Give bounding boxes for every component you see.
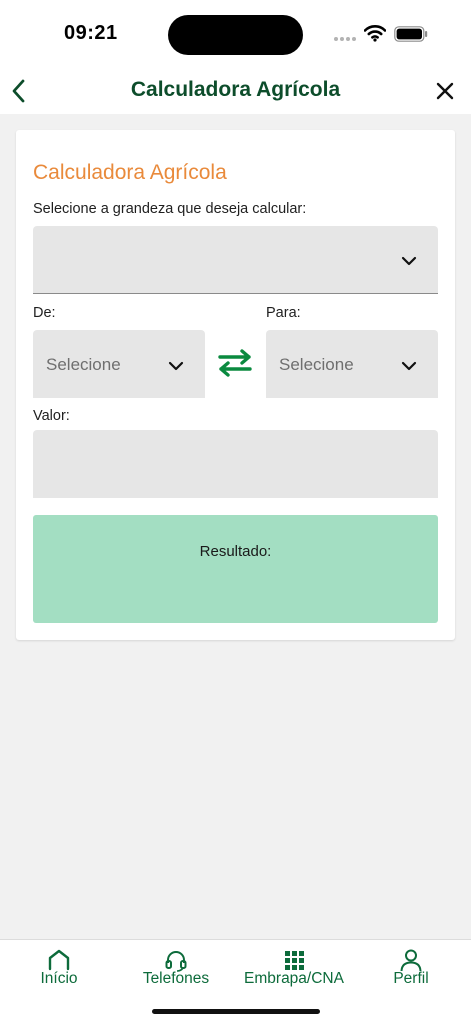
quantity-select[interactable] — [33, 226, 438, 294]
status-time: 09:21 — [64, 22, 118, 44]
from-unit-select[interactable]: Selecione — [33, 330, 205, 398]
value-input[interactable] — [33, 430, 438, 498]
person-icon — [400, 949, 422, 972]
page-title: Calculadora Agrícola — [130, 78, 341, 101]
swap-units-button[interactable] — [216, 348, 254, 378]
grid-icon — [285, 951, 304, 970]
chevron-down-icon — [401, 256, 417, 266]
tab-telefones[interactable]: Telefones — [126, 940, 226, 1000]
dynamic-island — [168, 15, 303, 55]
tab-label: Telefones — [142, 970, 210, 987]
wifi-icon — [364, 25, 386, 42]
swap-icon — [218, 349, 252, 377]
to-unit-select[interactable]: Selecione — [266, 330, 438, 398]
close-icon — [436, 82, 454, 100]
result-label: Resultado: — [199, 543, 272, 560]
tab-perfil[interactable]: Perfil — [362, 940, 460, 1000]
screen: 09:21 Calculadora Agrícola Calculadora A… — [0, 0, 471, 1024]
nav-bar: Calculadora Agrícola — [0, 68, 471, 114]
headset-icon — [165, 951, 187, 972]
status-bar: 09:21 — [0, 0, 471, 68]
battery-icon — [394, 26, 428, 42]
tab-inicio[interactable]: Início — [10, 940, 108, 1000]
quantity-label: Selecione a grandeza que deseja calcular… — [33, 201, 307, 217]
card-title: Calculadora Agrícola — [33, 161, 227, 184]
chevron-down-icon — [401, 361, 417, 371]
chevron-down-icon — [168, 361, 184, 371]
home-indicator — [152, 1009, 320, 1014]
close-button[interactable] — [431, 76, 459, 106]
calculator-card: Calculadora Agrícola Selecione a grandez… — [16, 130, 455, 640]
from-label: De: — [33, 305, 56, 321]
result-panel: Resultado: — [33, 515, 438, 623]
home-icon — [48, 949, 70, 971]
tab-embrapa-cna[interactable]: Embrapa/CNA — [238, 940, 350, 1000]
tab-label: Embrapa/CNA — [244, 970, 344, 987]
signal-icon — [334, 37, 358, 42]
tab-label: Início — [40, 970, 78, 987]
value-label: Valor: — [33, 408, 70, 424]
to-unit-placeholder: Selecione — [279, 355, 354, 374]
to-label: Para: — [266, 305, 301, 321]
from-unit-placeholder: Selecione — [46, 355, 121, 374]
tab-label: Perfil — [393, 970, 429, 987]
